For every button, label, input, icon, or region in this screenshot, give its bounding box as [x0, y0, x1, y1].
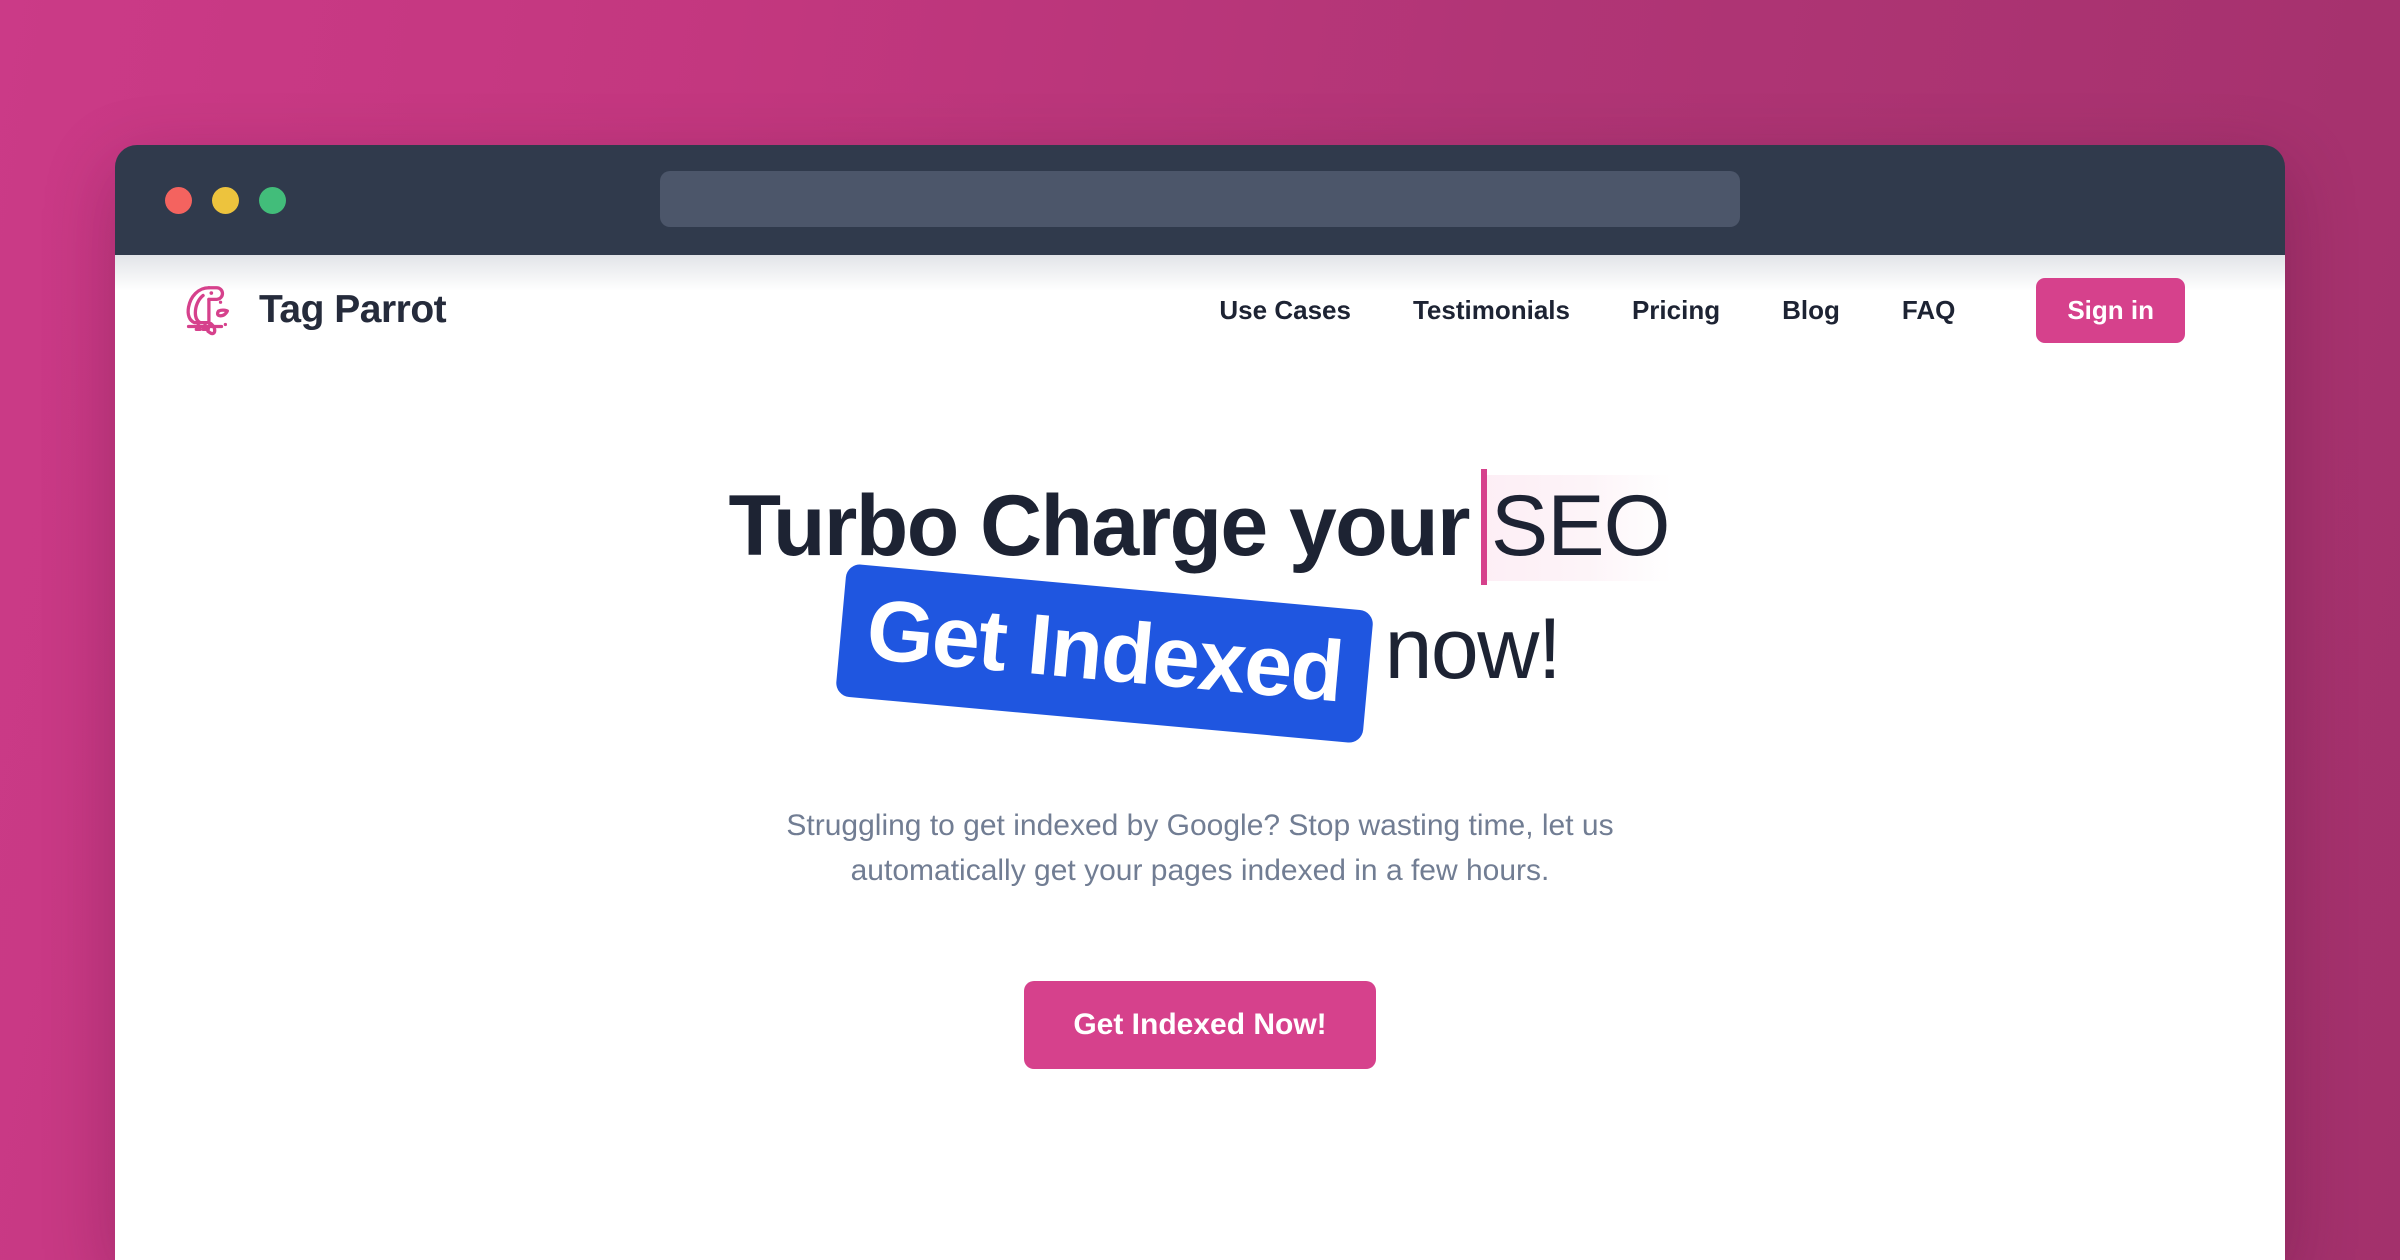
browser-window: Tag Parrot Use Cases Testimonials Pricin… — [115, 145, 2285, 1260]
parrot-icon — [186, 286, 229, 336]
main-nav: Use Cases Testimonials Pricing Blog FAQ … — [1188, 277, 2185, 343]
hero-section: Turbo Charge your SEO Get Indexed now! Str… — [115, 365, 2285, 1069]
nav-link-faq[interactable]: FAQ — [1871, 295, 1986, 326]
get-indexed-now-button[interactable]: Get Indexed Now! — [1024, 981, 1376, 1069]
brand-logo-link[interactable]: Tag Parrot — [175, 279, 447, 341]
headline-line-1: Turbo Charge your SEO — [115, 469, 2285, 585]
browser-titlebar — [115, 145, 2285, 255]
headline-tail-text: now! — [1384, 600, 1562, 697]
get-indexed-badge: Get Indexed — [834, 563, 1374, 744]
nav-link-blog[interactable]: Blog — [1751, 295, 1871, 326]
nav-link-use-cases[interactable]: Use Cases — [1188, 295, 1382, 326]
traffic-light-group — [165, 186, 286, 214]
typing-caret — [1480, 469, 1487, 585]
typed-keyword: SEO — [1490, 478, 1671, 574]
maximize-window-icon[interactable] — [259, 186, 286, 214]
typed-text-wrapper: SEO — [1480, 469, 1672, 585]
close-window-icon[interactable] — [165, 186, 192, 214]
address-bar-input[interactable] — [660, 171, 1740, 227]
sign-in-button[interactable]: Sign in — [2036, 277, 2185, 343]
hero-headline: Turbo Charge your SEO Get Indexed now! — [115, 469, 2285, 744]
headline-line-2: Get Indexed now! — [115, 563, 2285, 744]
hero-subtitle: Struggling to get indexed by Google? Sto… — [786, 809, 1614, 887]
page-viewport: Tag Parrot Use Cases Testimonials Pricin… — [115, 255, 2285, 1260]
site-header: Tag Parrot Use Cases Testimonials Pricin… — [115, 255, 2285, 365]
minimize-window-icon[interactable] — [212, 186, 239, 214]
nav-link-testimonials[interactable]: Testimonials — [1382, 295, 1601, 326]
nav-link-pricing[interactable]: Pricing — [1601, 295, 1751, 326]
brand-name: Tag Parrot — [259, 288, 447, 331]
headline-static-text: Turbo Charge your — [728, 478, 1470, 574]
